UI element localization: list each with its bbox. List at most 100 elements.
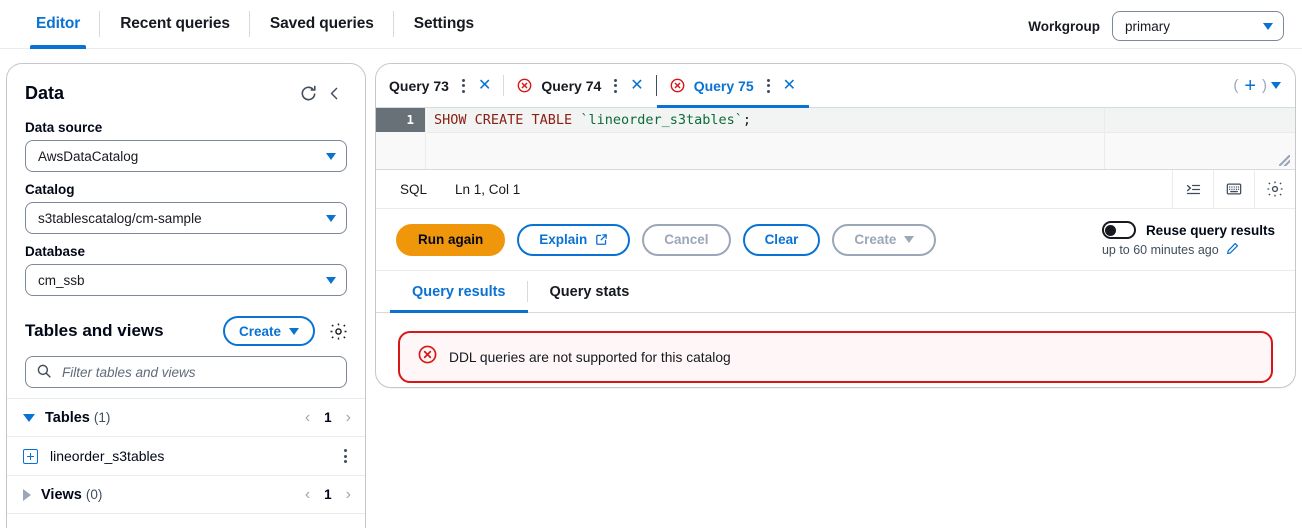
tab-query-stats[interactable]: Query stats — [528, 271, 652, 312]
table-row[interactable]: lineorder_s3tables — [7, 436, 365, 475]
close-icon[interactable]: ✕ — [478, 77, 491, 94]
workgroup-select[interactable]: primary — [1112, 11, 1284, 41]
toggle-knob — [1105, 224, 1117, 236]
explain-label: Explain — [539, 232, 588, 247]
sql-code-line[interactable]: SHOW CREATE TABLE `lineorder_s3tables`; — [427, 108, 1295, 132]
filter-tables-input[interactable] — [25, 356, 347, 388]
chevron-down-icon — [326, 214, 336, 222]
data-panel-title: Data — [25, 82, 65, 103]
page-prev-icon[interactable]: ‹ — [305, 486, 310, 503]
query-tab-75[interactable]: Query 75 ✕ — [656, 64, 810, 108]
reuse-toggle-row: Reuse query results — [1101, 221, 1275, 239]
data-panel-header: Data — [7, 64, 365, 110]
format-indent-icon[interactable] — [1172, 170, 1213, 208]
section-views[interactable]: Views (0) ‹ 1 › — [7, 475, 365, 513]
section-views-label: Views (0) — [41, 487, 295, 503]
create-table-label: Create — [238, 323, 281, 339]
error-circle-icon — [517, 78, 532, 93]
editor-language: SQL — [400, 181, 428, 197]
sql-code-editor[interactable]: 1 SHOW CREATE TABLE `lineorder_s3tables`… — [376, 108, 1295, 170]
error-alert: DDL queries are not supported for this c… — [398, 331, 1273, 383]
tab-query-results[interactable]: Query results — [390, 271, 528, 313]
close-icon[interactable]: ✕ — [630, 77, 643, 94]
create-table-button[interactable]: Create — [222, 316, 315, 346]
create-button: Create — [832, 223, 937, 256]
page-next-icon[interactable]: › — [346, 409, 351, 426]
tab-recent-queries[interactable]: Recent queries — [100, 0, 250, 48]
page-prev-icon[interactable]: ‹ — [305, 409, 310, 426]
tab-bar-actions: ( + ) — [1233, 64, 1295, 107]
query-tab-options-icon[interactable] — [763, 78, 774, 93]
gear-icon[interactable] — [1254, 170, 1295, 208]
table-options-icon[interactable] — [340, 449, 351, 463]
section-tables-count: (1) — [93, 409, 111, 425]
explain-button[interactable]: Explain — [517, 223, 631, 256]
pencil-icon[interactable] — [1226, 242, 1239, 258]
database-select[interactable]: cm_ssb — [25, 264, 347, 296]
chevron-down-icon — [904, 236, 915, 243]
data-source-select[interactable]: AwsDataCatalog — [25, 140, 347, 172]
add-query-tab-button[interactable]: + — [1242, 76, 1258, 96]
gear-icon[interactable] — [325, 318, 351, 344]
code-column-divider — [1104, 108, 1105, 169]
tab-editor[interactable]: Editor — [16, 0, 101, 49]
reuse-query-results-toggle[interactable] — [1101, 221, 1136, 239]
clear-label: Clear — [764, 232, 799, 247]
workgroup-selector-group: Workgroup primary — [1028, 11, 1284, 41]
external-link-icon — [595, 233, 608, 246]
tab-saved-queries[interactable]: Saved queries — [250, 0, 394, 48]
chevron-down-icon — [289, 327, 299, 335]
data-panel: Data Data source AwsDataCatalog Catalog … — [6, 63, 366, 528]
refresh-icon[interactable] — [295, 80, 321, 106]
tab-query-results-label: Query results — [412, 283, 506, 300]
data-source-label: Data source — [25, 120, 103, 135]
database-label: Database — [25, 244, 86, 259]
query-tab-options-icon[interactable] — [610, 78, 621, 93]
run-again-button[interactable]: Run again — [396, 223, 506, 256]
tab-active-underline — [30, 45, 87, 49]
section-tables[interactable]: Tables (1) ‹ 1 › — [7, 398, 365, 436]
close-icon[interactable]: ✕ — [783, 77, 796, 94]
editor-status-icons — [1172, 170, 1295, 208]
line-number-gutter: 1 — [376, 108, 426, 169]
catalog-value: s3tablescatalog/cm-sample — [38, 210, 202, 226]
expand-table-icon[interactable] — [23, 448, 38, 464]
tab-settings[interactable]: Settings — [394, 0, 494, 48]
keyboard-shortcuts-icon[interactable] — [1213, 170, 1254, 208]
catalog-select[interactable]: s3tablescatalog/cm-sample — [25, 202, 347, 234]
main-tab-list: Editor Recent queries Saved queries Sett… — [16, 0, 494, 49]
reuse-duration-row: up to 60 minutes ago — [1102, 242, 1275, 258]
reuse-query-results-label: Reuse query results — [1145, 222, 1275, 238]
section-views-name: Views — [41, 486, 82, 503]
tab-list-dropdown-icon[interactable] — [1271, 82, 1281, 89]
section-tables-label: Tables (1) — [45, 410, 295, 426]
sql-punctuation: ; — [742, 112, 752, 128]
tab-query-stats-label: Query stats — [549, 283, 630, 300]
filter-tables-wrapper — [25, 356, 347, 388]
workgroup-label: Workgroup — [1028, 18, 1100, 34]
tab-saved-queries-label: Saved queries — [269, 15, 374, 32]
database-value: cm_ssb — [38, 272, 85, 288]
sql-keywords: SHOW CREATE TABLE — [434, 112, 581, 128]
sql-string-literal: `lineorder_s3tables` — [580, 112, 743, 128]
chevron-right-icon[interactable] — [23, 488, 31, 501]
table-name: lineorder_s3tables — [50, 448, 165, 464]
cancel-label: Cancel — [664, 232, 709, 247]
views-page-number: 1 — [324, 487, 332, 502]
editor-status-bar: SQL Ln 1, Col 1 — [376, 170, 1295, 209]
clear-button[interactable]: Clear — [742, 223, 821, 256]
tab-settings-label: Settings — [413, 15, 475, 32]
chevron-down-icon[interactable] — [23, 413, 35, 422]
query-tab-73[interactable]: Query 73 ✕ — [376, 64, 505, 107]
query-tab-options-icon[interactable] — [458, 78, 469, 93]
line-number: 1 — [376, 108, 425, 132]
tab-recent-queries-label: Recent queries — [120, 15, 230, 32]
chevron-left-icon[interactable] — [321, 80, 347, 106]
query-tab-74-label: Query 74 — [541, 77, 602, 94]
query-tab-74[interactable]: Query 74 ✕ — [504, 64, 657, 107]
resize-grip[interactable] — [1279, 155, 1290, 166]
tables-page-number: 1 — [324, 410, 332, 425]
cancel-button: Cancel — [642, 223, 731, 256]
error-alert-message: DDL queries are not supported for this c… — [449, 349, 731, 365]
page-next-icon[interactable]: › — [346, 486, 351, 503]
